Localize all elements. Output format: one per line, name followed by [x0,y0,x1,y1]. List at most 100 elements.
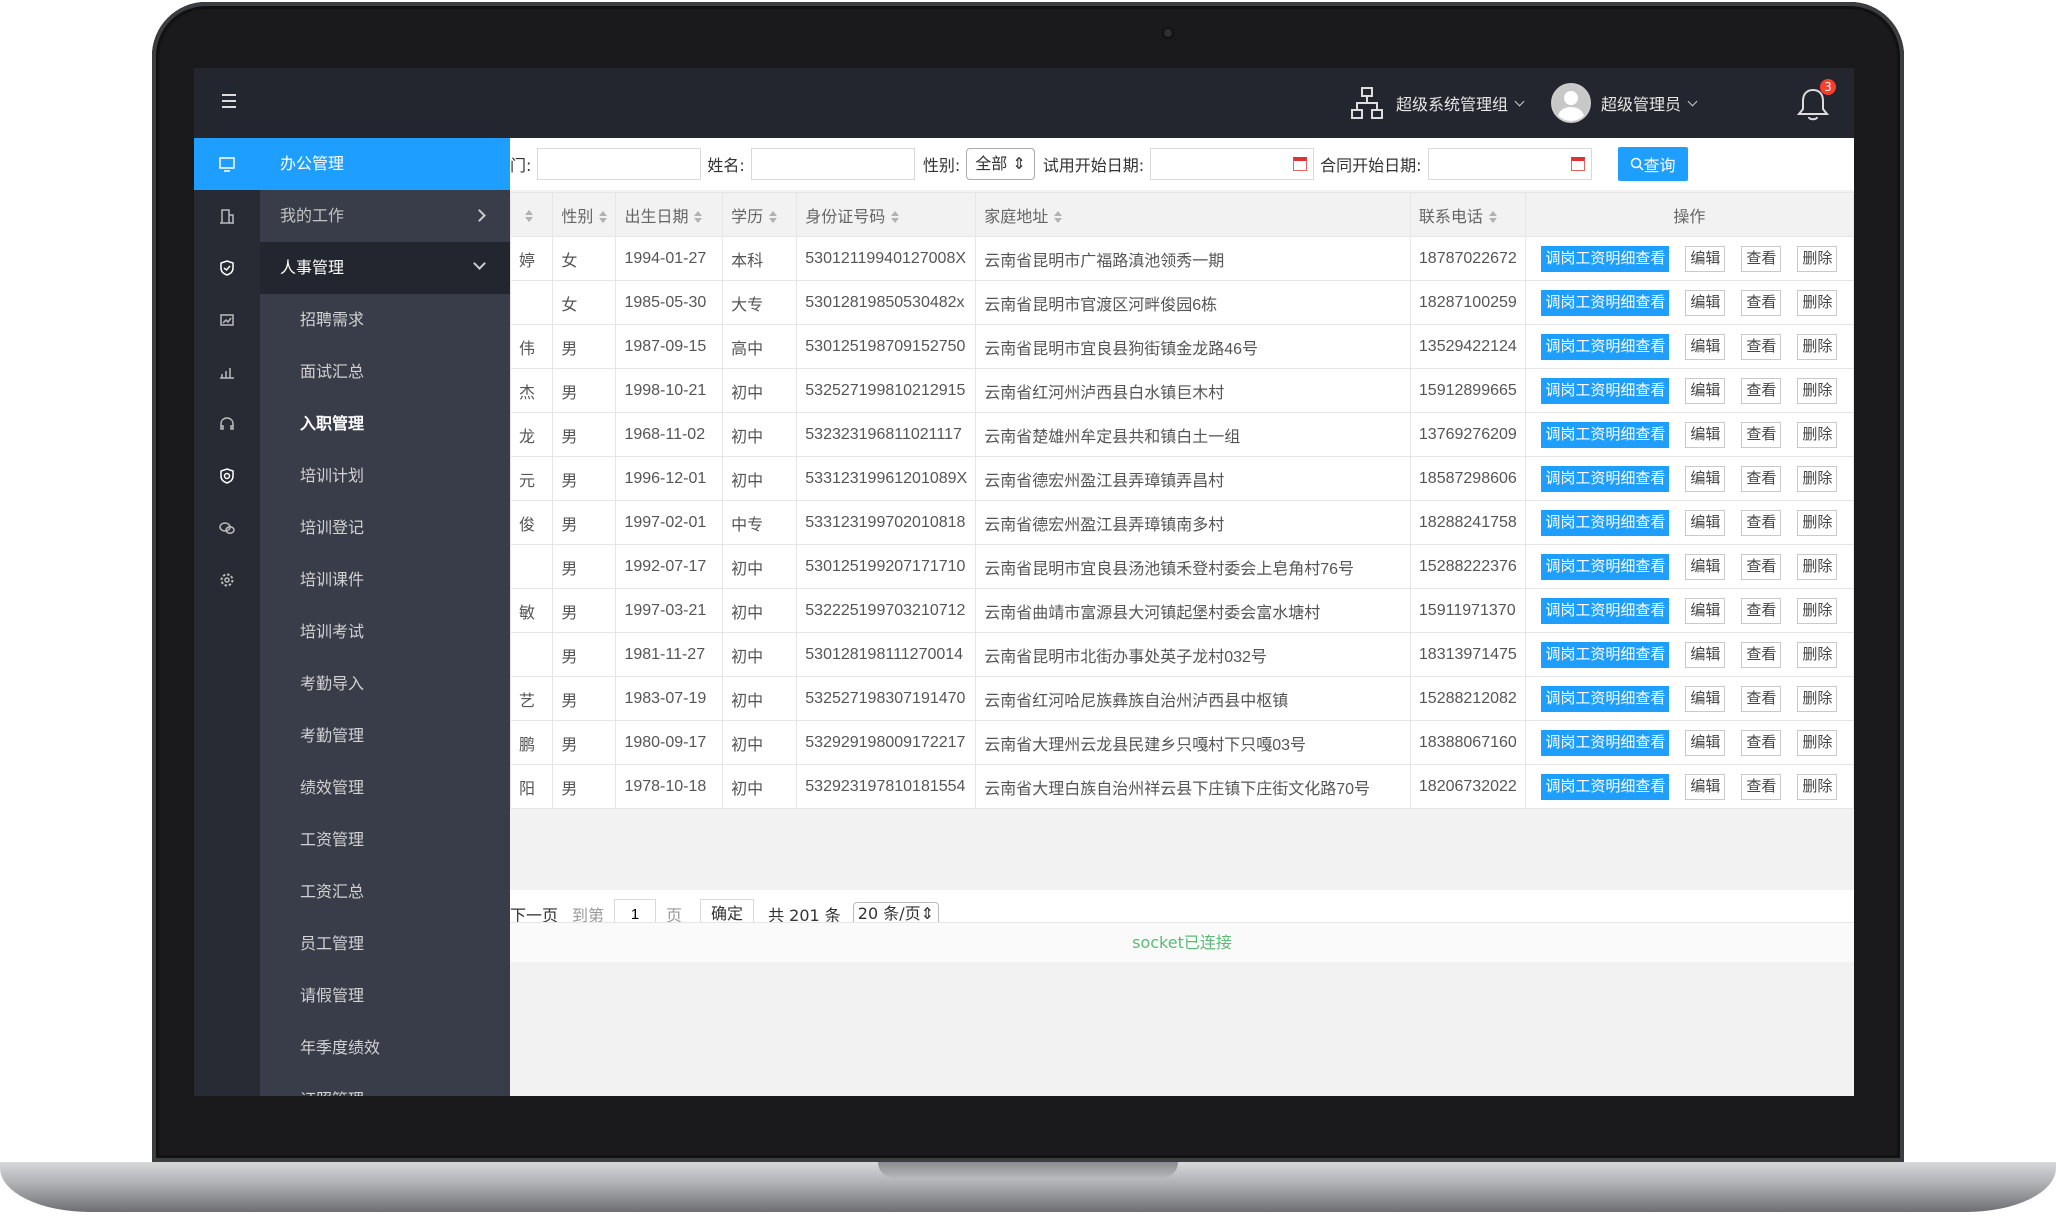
contract-date-input[interactable] [1427,148,1592,180]
salary-detail-button[interactable]: 调岗工资明细查看 [1541,773,1670,800]
edit-button[interactable]: 编辑 [1685,553,1726,580]
edit-button[interactable]: 编辑 [1685,773,1726,800]
view-button[interactable]: 查看 [1741,641,1782,668]
edit-button[interactable]: 编辑 [1685,641,1726,668]
trial-date-input[interactable] [1150,148,1315,180]
rail-chart[interactable] [194,294,260,346]
rail-office[interactable] [194,138,260,190]
rail-building[interactable] [194,190,260,242]
group-switcher[interactable]: 超级系统管理组 [1350,86,1525,120]
view-button[interactable]: 查看 [1741,729,1782,756]
column-header[interactable] [510,192,554,237]
delete-button[interactable]: 删除 [1797,377,1838,404]
sort-icon[interactable] [891,211,900,223]
rail-shield[interactable] [194,242,260,294]
salary-detail-button[interactable]: 调岗工资明细查看 [1541,377,1670,404]
gender-select[interactable]: 全部 ⇕ [966,148,1035,180]
view-button[interactable]: 查看 [1741,553,1782,580]
delete-button[interactable]: 删除 [1797,289,1838,316]
rail-headset[interactable] [194,398,260,450]
menu-sub-item[interactable]: 面试汇总 [260,346,510,398]
delete-button[interactable]: 删除 [1797,685,1838,712]
salary-detail-button[interactable]: 调岗工资明细查看 [1541,421,1670,448]
salary-detail-button[interactable]: 调岗工资明细查看 [1541,245,1670,272]
column-header[interactable]: 学历 [722,192,798,237]
sort-icon[interactable] [1054,211,1063,223]
view-button[interactable]: 查看 [1741,685,1782,712]
edit-button[interactable]: 编辑 [1685,465,1726,492]
view-button[interactable]: 查看 [1741,509,1782,536]
edit-button[interactable]: 编辑 [1685,421,1726,448]
menu-sub-item[interactable]: 证照管理 [260,1074,510,1096]
user-menu[interactable]: 超级管理员 [1550,83,1698,123]
menu-sub-item[interactable]: 培训考试 [260,606,510,658]
menu-sub-item[interactable]: 员工管理 [260,918,510,970]
query-button[interactable]: 查询 [1617,147,1688,181]
column-header[interactable]: 家庭地址 [975,192,1411,237]
menu-sub-item[interactable]: 培训计划 [260,450,510,502]
delete-button[interactable]: 删除 [1797,553,1838,580]
column-header[interactable]: 联系电话 [1409,192,1526,237]
sort-icon[interactable] [599,211,608,223]
menu-my-work[interactable]: 我的工作 [260,190,510,242]
view-button[interactable]: 查看 [1741,289,1782,316]
edit-button[interactable]: 编辑 [1685,597,1726,624]
salary-detail-button[interactable]: 调岗工资明细查看 [1541,465,1670,492]
column-header[interactable]: 性别 [552,192,617,237]
delete-button[interactable]: 删除 [1797,465,1838,492]
view-button[interactable]: 查看 [1741,465,1782,492]
edit-button[interactable]: 编辑 [1685,509,1726,536]
edit-button[interactable]: 编辑 [1685,685,1726,712]
view-button[interactable]: 查看 [1741,773,1782,800]
delete-button[interactable]: 删除 [1797,641,1838,668]
menu-sub-item[interactable]: 请假管理 [260,970,510,1022]
notification-button[interactable]: 3 [1794,79,1836,123]
view-button[interactable]: 查看 [1741,421,1782,448]
delete-button[interactable]: 删除 [1797,729,1838,756]
menu-sub-item[interactable]: 培训课件 [260,554,510,606]
salary-detail-button[interactable]: 调岗工资明细查看 [1541,685,1670,712]
dept-input[interactable] [537,148,702,180]
salary-detail-button[interactable]: 调岗工资明细查看 [1541,509,1670,536]
name-input[interactable] [750,148,915,180]
rail-chat[interactable] [194,502,260,554]
edit-button[interactable]: 编辑 [1685,245,1726,272]
edit-button[interactable]: 编辑 [1685,333,1726,360]
sort-icon[interactable] [1488,211,1497,223]
menu-sub-item[interactable]: 招聘需求 [260,294,510,346]
salary-detail-button[interactable]: 调岗工资明细查看 [1541,553,1670,580]
salary-detail-button[interactable]: 调岗工资明细查看 [1541,333,1670,360]
rail-stats[interactable] [194,346,260,398]
menu-toggle-icon[interactable] [222,94,236,108]
edit-button[interactable]: 编辑 [1685,377,1726,404]
edit-button[interactable]: 编辑 [1685,729,1726,756]
rail-settings[interactable] [194,554,260,606]
view-button[interactable]: 查看 [1741,245,1782,272]
view-button[interactable]: 查看 [1741,597,1782,624]
menu-hr[interactable]: 人事管理 [260,242,510,294]
delete-button[interactable]: 删除 [1797,773,1838,800]
delete-button[interactable]: 删除 [1797,509,1838,536]
view-button[interactable]: 查看 [1741,377,1782,404]
sort-icon[interactable] [769,211,778,223]
menu-office[interactable]: 办公管理 [260,138,510,190]
salary-detail-button[interactable]: 调岗工资明细查看 [1541,641,1670,668]
salary-detail-button[interactable]: 调岗工资明细查看 [1541,289,1670,316]
menu-sub-item[interactable]: 年季度绩效 [260,1022,510,1074]
edit-button[interactable]: 编辑 [1685,289,1726,316]
view-button[interactable]: 查看 [1741,333,1782,360]
delete-button[interactable]: 删除 [1797,333,1838,360]
menu-sub-item[interactable]: 绩效管理 [260,762,510,814]
menu-sub-item[interactable]: 考勤导入 [260,658,510,710]
salary-detail-button[interactable]: 调岗工资明细查看 [1541,597,1670,624]
sort-icon[interactable] [525,209,533,222]
salary-detail-button[interactable]: 调岗工资明细查看 [1541,729,1670,756]
menu-sub-item[interactable]: 培训登记 [260,502,510,554]
delete-button[interactable]: 删除 [1797,597,1838,624]
menu-sub-item[interactable]: 工资汇总 [260,866,510,918]
rail-security[interactable] [194,450,260,502]
sort-icon[interactable] [694,211,703,223]
column-header[interactable]: 出生日期 [615,192,724,237]
delete-button[interactable]: 删除 [1797,421,1838,448]
menu-sub-item[interactable]: 入职管理 [260,398,510,450]
